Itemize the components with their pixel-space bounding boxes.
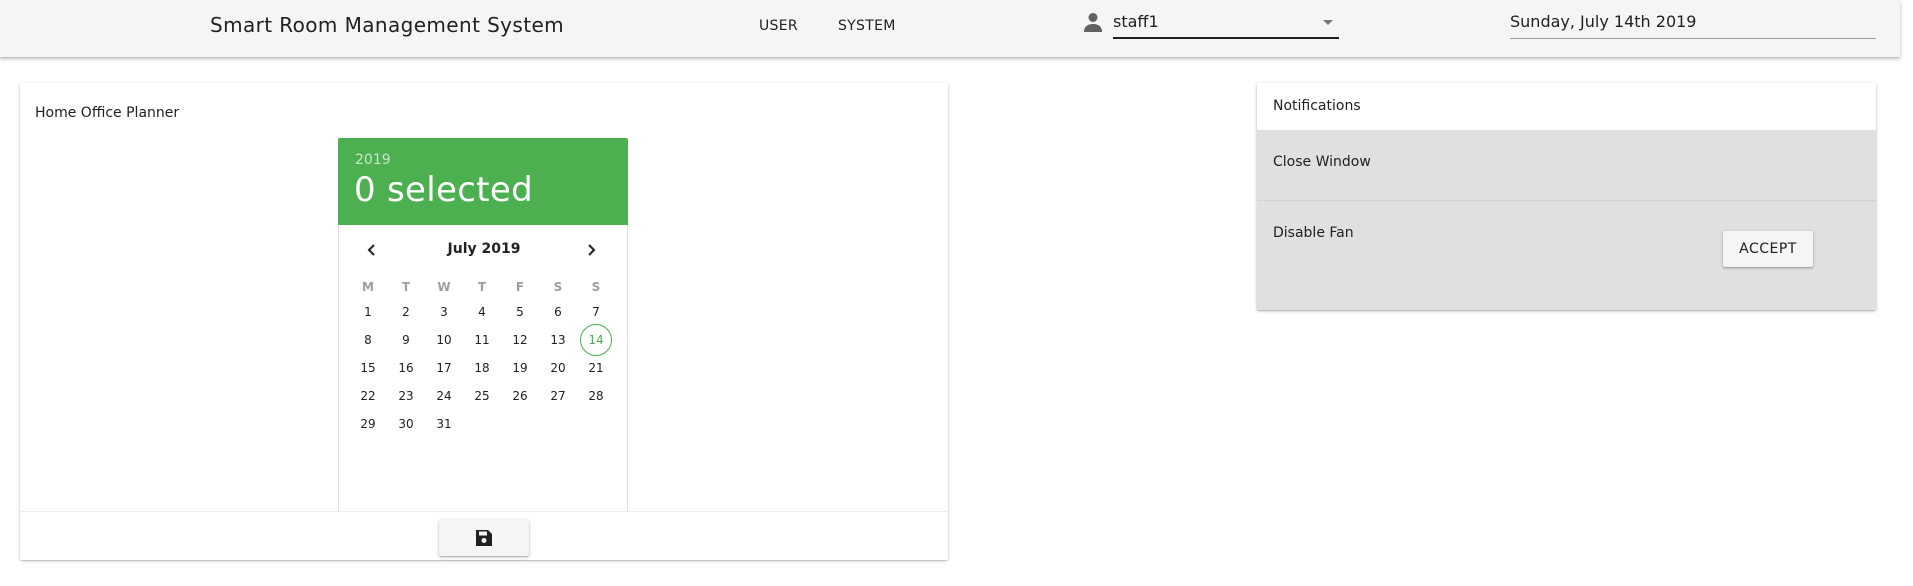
next-month-button[interactable]: [577, 236, 605, 264]
save-button[interactable]: [439, 520, 529, 556]
calendar-day[interactable]: 31: [428, 408, 460, 440]
planner-title: Home Office Planner: [35, 105, 180, 121]
notification-item-close-window[interactable]: Close Window: [1257, 130, 1876, 201]
nav-system-button[interactable]: SYSTEM: [838, 18, 896, 34]
calendar-day[interactable]: 26: [504, 380, 536, 412]
home-office-planner-card: Home Office Planner 2019 0 selected July…: [20, 83, 948, 560]
planner-actions: [20, 511, 948, 560]
calendar-day-grid: 1 2 3 4 5 6 7 8 9 10 11 12 13 14 15 16 17 18 19 20 21 22 23 24 2…: [353, 304, 619, 484]
calendar-selected-count: 0 selected: [354, 170, 533, 210]
nav-user-button[interactable]: USER: [759, 18, 798, 34]
calendar-day[interactable]: 28: [580, 380, 612, 412]
save-icon: [476, 530, 492, 546]
accept-button[interactable]: ACCEPT: [1723, 231, 1813, 267]
calendar-day[interactable]: 27: [542, 380, 574, 412]
app-bar: Smart Room Management System USER SYSTEM…: [0, 0, 1900, 57]
weekday-label: S: [553, 280, 563, 294]
calendar-weekdays: MTWTFSS: [353, 280, 619, 296]
user-select[interactable]: staff1: [1113, 6, 1339, 39]
date-field-value: Sunday, July 14th 2019: [1510, 12, 1697, 31]
weekday-label: M: [362, 280, 374, 294]
date-picker-field[interactable]: Sunday, July 14th 2019: [1510, 6, 1876, 39]
notifications-card: Notifications Close Window Disable Fan A…: [1257, 83, 1876, 310]
chevron-right-icon: [588, 244, 596, 256]
calendar-day[interactable]: 30: [390, 408, 422, 440]
notifications-title: Notifications: [1273, 98, 1361, 114]
user-select-value: staff1: [1113, 12, 1159, 31]
calendar-year[interactable]: 2019: [355, 152, 391, 168]
calendar-day[interactable]: 25: [466, 380, 498, 412]
weekday-label: T: [401, 280, 411, 294]
person-icon: [1081, 10, 1105, 34]
weekday-label: F: [515, 280, 525, 294]
calendar: 2019 0 selected July 2019 MTWTFSS 123456…: [338, 138, 628, 511]
weekday-label: S: [591, 280, 601, 294]
notification-list: Close Window Disable Fan: [1257, 130, 1876, 310]
notification-label: Disable Fan: [1273, 225, 1354, 241]
weekday-label: T: [477, 280, 487, 294]
dropdown-arrow-icon: [1323, 20, 1333, 25]
calendar-header: 2019 0 selected: [338, 138, 628, 225]
app-title: Smart Room Management System: [210, 13, 565, 37]
notification-label: Close Window: [1273, 154, 1371, 170]
weekday-label: W: [437, 280, 451, 294]
calendar-day[interactable]: 29: [352, 408, 384, 440]
